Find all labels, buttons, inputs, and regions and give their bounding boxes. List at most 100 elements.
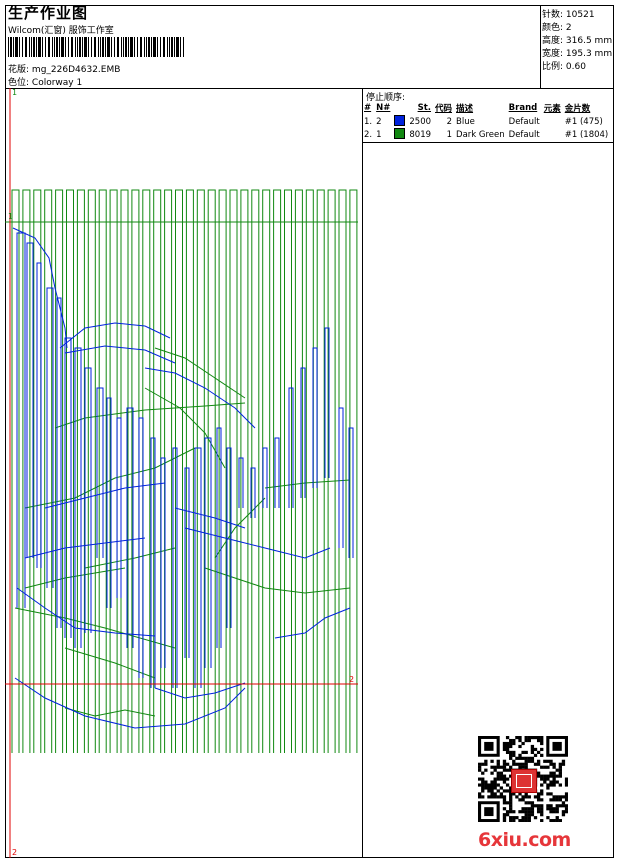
- qr-module: [505, 783, 510, 787]
- barcode-bar: [98, 37, 99, 57]
- barcode-bar: [174, 37, 175, 57]
- qr-module: [502, 795, 507, 799]
- qr-module: [549, 762, 553, 766]
- qr-module: [558, 774, 562, 778]
- qr-module: [558, 795, 562, 799]
- qr-module: [546, 774, 550, 778]
- qr-module: [558, 771, 562, 775]
- qr-module: [527, 736, 531, 740]
- watermark-logo: 6xiu.com: [478, 829, 571, 851]
- qr-module: [540, 783, 544, 787]
- barcode-bar: [59, 37, 60, 57]
- barcode-bar: [22, 37, 23, 57]
- qr-module: [493, 780, 497, 784]
- qr-module: [484, 780, 488, 784]
- qr-module: [549, 819, 553, 822]
- qr-module: [555, 804, 559, 808]
- qr-module: [552, 777, 556, 781]
- qr-module: [481, 783, 485, 787]
- qr-module: [515, 756, 519, 760]
- barcode-bar: [68, 37, 69, 57]
- qr-module: [493, 792, 497, 796]
- qr-module: [527, 756, 531, 760]
- qr-module: [564, 780, 568, 784]
- qr-module: [487, 795, 491, 799]
- barcode-bar: [137, 37, 138, 57]
- colorway-value: Colorway 1: [31, 78, 83, 88]
- barcode-bar: [125, 37, 127, 57]
- qr-module: [524, 810, 528, 814]
- barcode-bar: [140, 37, 142, 57]
- qr-module: [509, 756, 513, 760]
- qr-module: [540, 798, 544, 802]
- qr-module: [552, 810, 556, 814]
- qr-module: [505, 810, 510, 814]
- qr-module: [543, 777, 547, 781]
- qr-module: [543, 774, 547, 778]
- qr-module: [521, 798, 525, 802]
- qr-module: [555, 819, 559, 822]
- qr-module: [540, 804, 544, 808]
- stop-table-header: # N# St. 代码 描述 Brand 元素 金片数: [363, 102, 611, 115]
- qr-module: [536, 807, 541, 811]
- qr-module: [490, 789, 494, 793]
- qr-module: [505, 744, 510, 749]
- qr-module: [558, 762, 562, 766]
- qr-module: [490, 792, 494, 796]
- qr-module: [502, 762, 507, 766]
- qr-module: [546, 816, 550, 820]
- qr-module: [490, 765, 494, 769]
- design-file: mg_226D4632.EMB: [31, 65, 121, 75]
- qr-module: [533, 762, 538, 766]
- barcode-bar: [163, 37, 165, 57]
- design-file-line: 花版: mg_226D4632.EMB: [8, 62, 120, 75]
- qr-module: [505, 741, 510, 746]
- barcode-bar: [8, 37, 9, 57]
- qr-module: [552, 762, 556, 766]
- qr-module: [533, 816, 538, 820]
- qr-module: [564, 807, 568, 811]
- qr-module: [536, 750, 541, 754]
- colorway-line: 色位: Colorway 1: [8, 75, 82, 88]
- green-contour: [144, 387, 226, 469]
- qr-module: [555, 798, 559, 802]
- qr-module: [564, 777, 568, 781]
- qr-module: [536, 762, 541, 766]
- qr-module: [558, 798, 562, 802]
- barcode-bar: [157, 37, 158, 57]
- qr-module: [546, 804, 550, 808]
- barcode-bar: [45, 37, 46, 57]
- qr-module: [512, 762, 516, 766]
- qr-finder-core: [484, 807, 494, 817]
- qr-module: [493, 777, 497, 781]
- qr-module: [540, 789, 544, 793]
- qr-module: [533, 736, 538, 740]
- col-sequins: 金片数: [564, 104, 591, 114]
- qr-module: [521, 807, 525, 811]
- qr-module: [496, 765, 500, 769]
- barcode-bar: [82, 37, 83, 57]
- qr-module: [530, 750, 535, 754]
- qr-module: [530, 756, 535, 760]
- barcode-bar: [31, 37, 32, 57]
- qr-module: [555, 795, 559, 799]
- qr-module: [530, 804, 535, 808]
- qr-module: [509, 819, 513, 822]
- qr-module: [561, 795, 566, 799]
- qr-module: [509, 750, 513, 754]
- qr-module: [505, 801, 510, 805]
- qr-module: [549, 804, 553, 808]
- green-contour: [214, 497, 266, 559]
- qr-module: [496, 783, 500, 787]
- qr-module: [502, 777, 507, 781]
- blue-outline: [14, 677, 246, 729]
- qr-module: [512, 816, 516, 820]
- qr-module: [496, 795, 500, 799]
- qr-module: [499, 792, 504, 796]
- barcode-bar: [75, 37, 76, 57]
- qr-module: [490, 780, 494, 784]
- qr-module: [484, 768, 488, 772]
- qr-module: [540, 792, 544, 796]
- barcode-bar: [56, 37, 58, 57]
- qr-module: [509, 795, 513, 799]
